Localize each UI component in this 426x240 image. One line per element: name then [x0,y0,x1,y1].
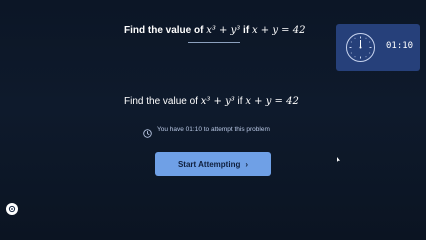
question-mid: if [234,96,246,107]
timer-value: 01:10 [386,41,414,51]
question-expression: x³ + y³ [200,96,235,107]
start-attempting-label: Start Attempting [177,159,241,169]
settings-icon [8,205,16,213]
settings-button[interactable] [6,203,18,215]
header-title-condition: x + y = 42 [251,25,306,36]
time-hint-text: You have 01:10 to attempt this problem [157,125,270,133]
header-title-mid: if [240,25,252,36]
header-title-expression: x³ + y³ [206,25,241,36]
start-attempting-button[interactable]: Start Attempting › [155,152,271,176]
chevron-right-icon: › [245,159,249,169]
question-prefix: Find the value of [124,96,201,107]
timer-widget: 01:10 [336,24,420,71]
header-underline [188,42,240,43]
question-condition: x + y = 42 [245,96,299,107]
header-title-prefix: Find the value of [124,25,207,36]
mouse-cursor-icon [337,149,340,162]
app-frame: Find the value of x³ + y³ if x + y = 42 [0,0,426,240]
time-hint: You have 01:10 to attempt this problem [143,123,270,138]
header-title: Find the value of x³ + y³ if x + y = 42 [124,25,305,36]
clock-icon [346,33,375,62]
clock-icon [143,125,152,138]
